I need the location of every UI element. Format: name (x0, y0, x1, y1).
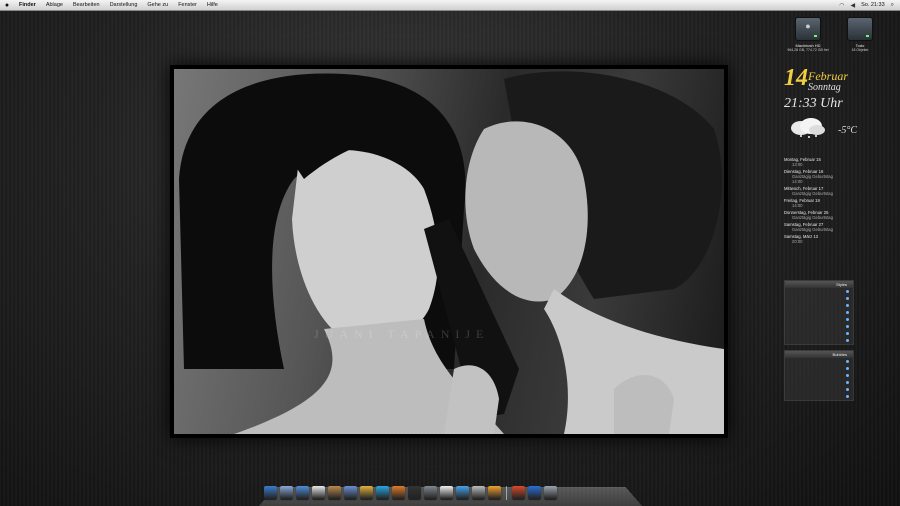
calendar-event[interactable]: Ganztägig Geburtstag (784, 215, 894, 220)
drive-info: 18 Objekte (851, 48, 869, 52)
drive-info: 964,28 GB, 774,72 GB frei (787, 48, 829, 52)
calculator-icon[interactable] (472, 486, 485, 499)
spotlight-icon[interactable]: ⌕ (891, 2, 894, 9)
status-dot-icon (846, 304, 849, 307)
status-dot-icon (846, 388, 849, 391)
menu-darstellung[interactable]: Darstellung (105, 2, 143, 8)
finder-icon[interactable] (264, 486, 277, 499)
menu-hilfe[interactable]: Hilfe (202, 2, 223, 8)
dock (264, 486, 557, 502)
calendar-events: Montag, Februar 15 13:00 Dienstag, Februar… (784, 155, 894, 244)
list-row[interactable] (785, 309, 853, 316)
list-row[interactable] (785, 365, 853, 372)
list-row[interactable] (785, 302, 853, 309)
list-row[interactable] (785, 323, 853, 330)
calendar-day: Mittwoch, Februar 17 Ganztägig Geburtstag (784, 186, 894, 196)
calendar-event[interactable]: Ganztägig Geburtstag (784, 227, 894, 232)
photo-watermark: JUANI TAPANIJE (314, 327, 490, 341)
calendar-day: Samstag, Februar 27 Ganztägig Geburtstag (784, 222, 894, 232)
calendar-event[interactable]: 14:00 (784, 203, 894, 208)
list-row[interactable] (785, 288, 853, 295)
safari-icon[interactable] (296, 486, 309, 499)
status-dot-icon (846, 367, 849, 370)
preferences-icon[interactable] (424, 486, 437, 499)
time-display: 21:33 Uhr (784, 96, 843, 111)
external-drive-icon (847, 17, 873, 41)
bubbles-list[interactable]: Bubbles (784, 350, 854, 401)
snow-cloud-icon (791, 118, 825, 138)
desktop-wallpaper: ● Finder Ablage Bearbeiten Darstellung G… (0, 0, 900, 506)
hard-drive-icon: ● (795, 17, 821, 41)
pages-icon[interactable] (488, 486, 501, 499)
list-row[interactable] (785, 393, 853, 400)
trash-icon[interactable] (544, 486, 557, 499)
apple-menu-icon[interactable]: ● (0, 2, 14, 9)
calendar-day: Montag, Februar 15 13:00 (784, 157, 894, 167)
calendar-day: Dienstag, Februar 16 Ganztägig Geburtstag… (784, 169, 894, 184)
wifi-icon[interactable]: ◠ (839, 2, 844, 9)
drive-todo[interactable]: Todo 18 Objekte (830, 17, 890, 52)
photo-silhouettes (179, 71, 724, 434)
status-dot-icon (846, 360, 849, 363)
drive-macintosh-hd[interactable]: ● Macintosh HD 964,28 GB, 774,72 GB frei (778, 17, 838, 52)
skype-icon[interactable] (376, 486, 389, 499)
dock-separator (506, 486, 507, 500)
status-dot-icon (846, 374, 849, 377)
menu-bearbeiten[interactable]: Bearbeiten (68, 2, 105, 8)
menu-gehe-zu[interactable]: Gehe zu (142, 2, 173, 8)
status-dot-icon (846, 325, 849, 328)
status-dot-icon (846, 311, 849, 314)
keynote-icon[interactable] (512, 486, 525, 499)
list-header: Bubbles (785, 351, 853, 358)
temperature: -5°C (838, 125, 857, 136)
menu-ablage[interactable]: Ablage (41, 2, 68, 8)
volume-icon[interactable]: ◀ (850, 2, 855, 9)
calendar-day: Samstag, März 13 20:00 (784, 234, 894, 244)
calendar-day: Freitag, Februar 19 14:00 (784, 198, 894, 208)
list-header: Styles (785, 281, 853, 288)
calendar-day: Donnerstag, Februar 25 Ganztägig Geburtst… (784, 210, 894, 220)
menu-bar: ● Finder Ablage Bearbeiten Darstellung G… (0, 0, 900, 11)
status-dot-icon (846, 339, 849, 342)
status-area: ◠ ◀ So. 21:33 ⌕ (839, 0, 894, 10)
date-day: 14 (784, 65, 808, 91)
status-dot-icon (846, 395, 849, 398)
calendar-event[interactable]: 20:00 (784, 239, 894, 244)
menu-fenster[interactable]: Fenster (173, 2, 202, 8)
calendar-event[interactable]: 13:00 (784, 162, 894, 167)
textedit-icon[interactable] (440, 486, 453, 499)
status-dot-icon (846, 381, 849, 384)
photo-image: JUANI TAPANIJE (174, 69, 724, 434)
firefox-icon[interactable] (392, 486, 405, 499)
menu-finder[interactable]: Finder (14, 2, 41, 8)
menu-clock[interactable]: So. 21:33 (861, 2, 885, 8)
styles-list[interactable]: Styles (784, 280, 854, 345)
list-row[interactable] (785, 372, 853, 379)
list-row[interactable] (785, 330, 853, 337)
calendar-event[interactable]: 14:00 (784, 179, 894, 184)
status-dot-icon (846, 290, 849, 293)
appstore-icon[interactable] (528, 486, 541, 499)
list-row[interactable] (785, 379, 853, 386)
list-row[interactable] (785, 337, 853, 344)
calendar-event[interactable]: Ganztägig Geburtstag (784, 191, 894, 196)
list-row[interactable] (785, 316, 853, 323)
list-row[interactable] (785, 295, 853, 302)
terminal-icon[interactable] (408, 486, 421, 499)
list-row[interactable] (785, 358, 853, 365)
iphoto-icon[interactable] (328, 486, 341, 499)
itunes-store-icon[interactable] (456, 486, 469, 499)
mail-icon[interactable] (280, 486, 293, 499)
date-weekday: Sonntag (808, 82, 841, 93)
ichat-icon[interactable] (360, 486, 373, 499)
ical-icon[interactable] (312, 486, 325, 499)
status-dot-icon (846, 332, 849, 335)
status-dot-icon (846, 318, 849, 321)
desktop-photo-frame: JUANI TAPANIJE (170, 65, 728, 438)
itunes-icon[interactable] (344, 486, 357, 499)
list-row[interactable] (785, 386, 853, 393)
status-dot-icon (846, 297, 849, 300)
